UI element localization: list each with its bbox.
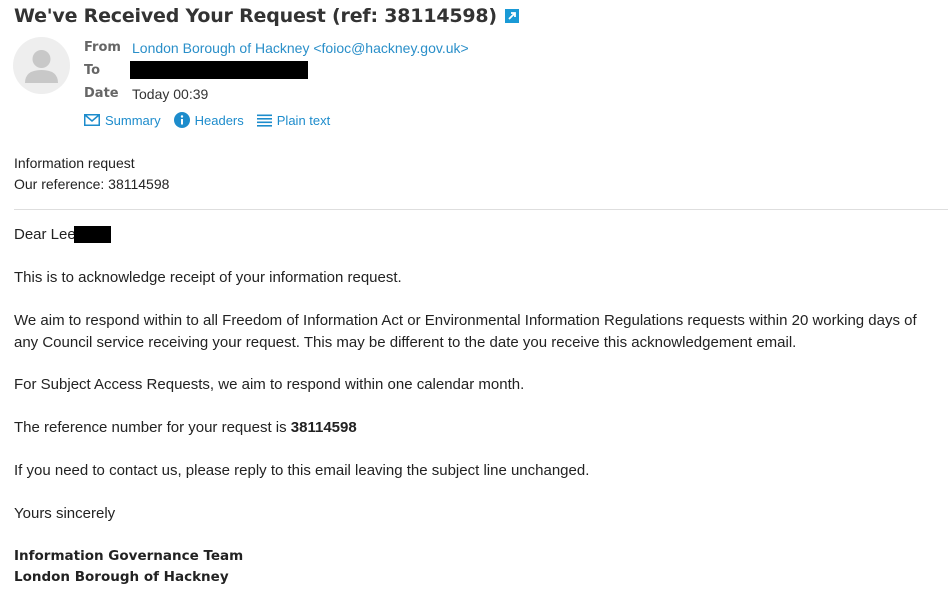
from-label: From [84,40,121,55]
from-address-link[interactable]: London Borough of Hackney <foioc@hackney… [132,40,469,56]
date-value: Today 00:39 [132,86,209,102]
divider [14,209,948,210]
avatar [13,37,70,94]
summary-button[interactable]: Summary [84,113,161,128]
redacted-recipient [130,61,308,79]
paragraph-acknowledge: This is to acknowledge receipt of your i… [14,269,402,286]
reference-number: 38114598 [290,419,357,436]
reference-prefix: The reference number for your request is [14,419,291,436]
subject-row: We've Received Your Request (ref: 381145… [14,5,519,27]
date-label: Date [84,86,119,101]
greeting: Dear Lee [14,224,934,246]
lines-icon [256,114,272,127]
envelope-icon [84,114,100,126]
signature-team: Information Governance Team [14,548,244,564]
headers-button[interactable]: Headers [173,112,244,128]
paragraph-response-time: We aim to respond within to all Freedom … [14,312,917,351]
info-icon [173,112,190,128]
our-reference-line: Our reference: 38114598 [14,176,170,192]
email-subject: We've Received Your Request (ref: 381145… [14,5,497,27]
to-label: To [84,63,101,78]
paragraph-reference: The reference number for your request is… [14,417,934,439]
signature-organisation: London Borough of Hackney [14,569,229,585]
plain-text-button[interactable]: Plain text [256,112,331,128]
summary-label: Summary [105,112,161,128]
view-options: Summary Headers Plain text [84,112,343,128]
plain-text-label: Plain text [276,112,331,128]
greeting-text: Dear Lee [14,226,76,243]
info-request-line: Information request [14,155,135,171]
paragraph-subject-access: For Subject Access Requests, we aim to r… [14,376,525,393]
external-link-icon[interactable] [504,9,519,23]
closing: Yours sincerely [14,505,116,522]
paragraph-contact: If you need to contact us, please reply … [14,462,590,479]
redacted-surname [74,226,111,243]
headers-label: Headers [194,112,244,128]
